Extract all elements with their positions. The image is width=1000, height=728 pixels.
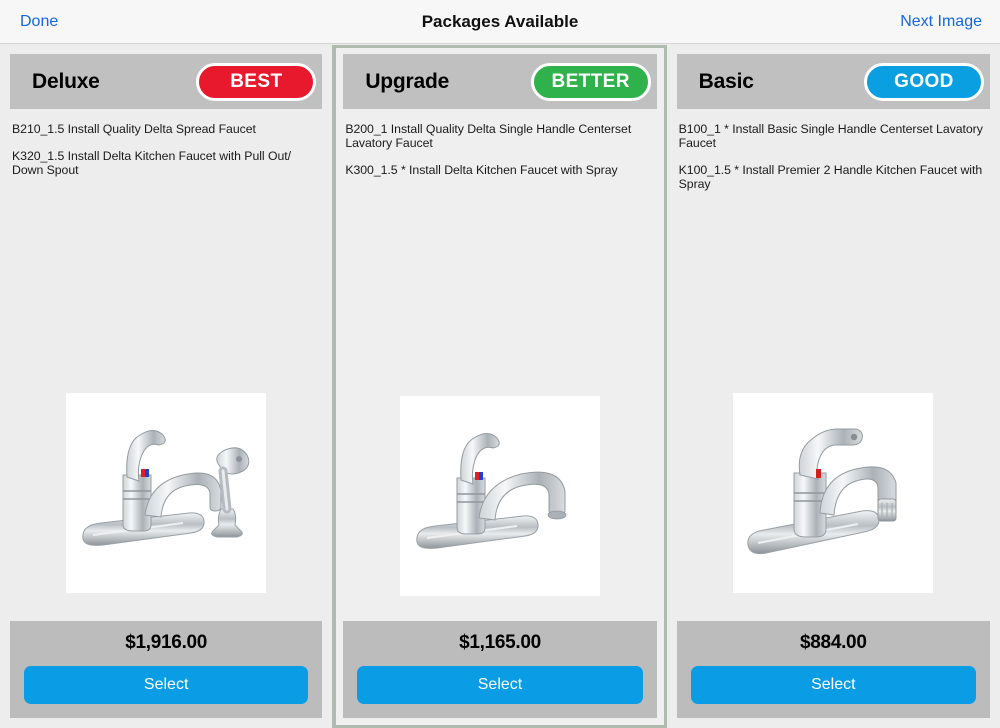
package-specs-list: B200_1 Install Quality Delta Single Hand… [343, 109, 656, 177]
package-header-band: Deluxe BEST [10, 54, 323, 109]
package-rating-badge[interactable]: GOOD [863, 62, 984, 101]
package-columns: Deluxe BEST B210_1.5 Install Quality Del… [0, 45, 1000, 728]
package-specs-list: B100_1 * Install Basic Single Handle Cen… [677, 109, 990, 191]
package-footer: $1,165.00 Select [343, 621, 657, 718]
package-tier-name: Deluxe [32, 69, 100, 93]
spec-line: K300_1.5 * Install Delta Kitchen Faucet … [345, 163, 618, 177]
product-image-container [0, 393, 332, 593]
package-header-band: Basic GOOD [676, 54, 990, 109]
spec-line: K320_1.5 Install Delta Kitchen Faucet wi… [12, 149, 292, 177]
spec-line: B100_1 * Install Basic Single Handle Cen… [678, 122, 983, 150]
package-price: $884.00 [800, 632, 867, 653]
select-button[interactable]: Select [357, 666, 643, 704]
product-image-container [336, 396, 663, 596]
package-footer: $884.00 Select [676, 621, 990, 718]
package-footer: $1,916.00 Select [10, 621, 323, 718]
package-tier-name: Basic [698, 69, 754, 93]
package-rating-badge[interactable]: BETTER [530, 62, 651, 101]
next-image-button[interactable]: Next Image [900, 13, 982, 31]
spec-line: B210_1.5 Install Quality Delta Spread Fa… [12, 122, 256, 136]
page-title: Packages Available [421, 11, 579, 31]
package-column-upgrade[interactable]: Upgrade BETTER B200_1 Install Quality De… [333, 45, 667, 728]
package-column-deluxe[interactable]: Deluxe BEST B210_1.5 Install Quality Del… [0, 45, 334, 728]
product-image-single-handle-faucet [399, 396, 600, 596]
package-rating-badge[interactable]: BEST [196, 62, 317, 101]
package-column-basic[interactable]: Basic GOOD B100_1 * Install Basic Single… [666, 45, 1000, 728]
spec-line: B200_1 Install Quality Delta Single Hand… [345, 122, 632, 150]
package-specs-list: B210_1.5 Install Quality Delta Spread Fa… [10, 109, 322, 177]
top-navigation-bar: Done Packages Available Next Image [0, 0, 1000, 44]
package-header-band: Upgrade BETTER [343, 54, 657, 109]
package-price: $1,165.00 [459, 632, 541, 653]
package-tier-name: Upgrade [365, 69, 450, 93]
package-price: $1,916.00 [125, 632, 208, 653]
select-button[interactable]: Select [24, 666, 309, 704]
product-image-basic-pullout-faucet [733, 393, 934, 593]
select-button[interactable]: Select [690, 666, 976, 704]
spec-line: K100_1.5 * Install Premier 2 Handle Kitc… [678, 163, 983, 191]
product-image-faucet-with-sprayer [66, 393, 267, 593]
product-image-container [667, 393, 1000, 593]
